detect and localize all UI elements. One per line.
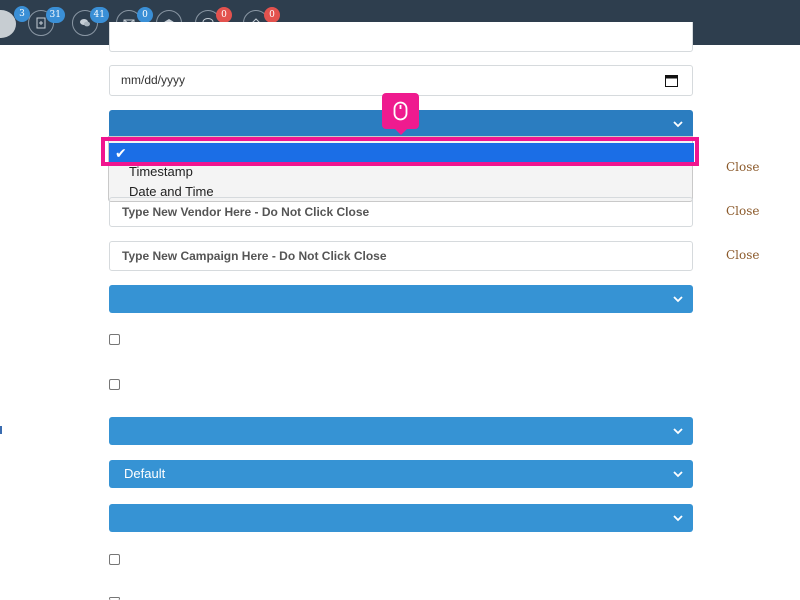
add-document-icon[interactable]: 31 <box>28 7 65 36</box>
checkbox[interactable] <box>109 334 120 345</box>
option-timestamp[interactable]: Timestamp <box>129 164 193 179</box>
calendar-icon[interactable] <box>665 74 678 87</box>
notification-badge: 31 <box>45 7 65 23</box>
campaign-input-placeholder: Type New Campaign Here - Do Not Click Cl… <box>122 249 387 263</box>
notification-badge: 0 <box>216 7 232 23</box>
notification-badge: 0 <box>137 7 153 23</box>
select-field[interactable] <box>109 504 693 532</box>
chevron-down-icon <box>673 296 683 303</box>
selection-highlight <box>101 137 699 166</box>
text-input-partial[interactable] <box>109 22 693 52</box>
chevron-down-icon <box>673 471 683 478</box>
mouse-icon <box>393 101 408 121</box>
vendor-input[interactable]: Type New Vendor Here - Do Not Click Clos… <box>109 197 693 227</box>
close-link[interactable]: Close <box>726 204 760 218</box>
select-field[interactable] <box>109 285 693 313</box>
close-link[interactable]: Close <box>726 248 760 262</box>
select-value: Default <box>124 466 166 481</box>
checkbox[interactable] <box>109 379 120 390</box>
checkbox[interactable] <box>109 554 120 565</box>
file-icon[interactable]: 3 <box>0 6 30 38</box>
select-default[interactable]: Default <box>109 460 693 488</box>
date-placeholder: mm/dd/yyyy <box>121 73 186 87</box>
chevron-down-icon <box>673 428 683 435</box>
mouse-click-marker <box>382 93 419 135</box>
chevron-down-icon <box>673 515 683 522</box>
chat-icon[interactable]: 41 <box>72 7 109 36</box>
chevron-down-icon <box>673 121 683 128</box>
page-edge-marker <box>0 426 2 434</box>
close-link[interactable]: Close <box>726 160 760 174</box>
notification-badge: 41 <box>89 7 109 23</box>
campaign-input[interactable]: Type New Campaign Here - Do Not Click Cl… <box>109 241 693 271</box>
select-field[interactable] <box>109 417 693 445</box>
date-input[interactable]: mm/dd/yyyy <box>109 65 693 96</box>
vendor-input-placeholder: Type New Vendor Here - Do Not Click Clos… <box>122 205 370 219</box>
notification-badge: 0 <box>264 7 280 23</box>
